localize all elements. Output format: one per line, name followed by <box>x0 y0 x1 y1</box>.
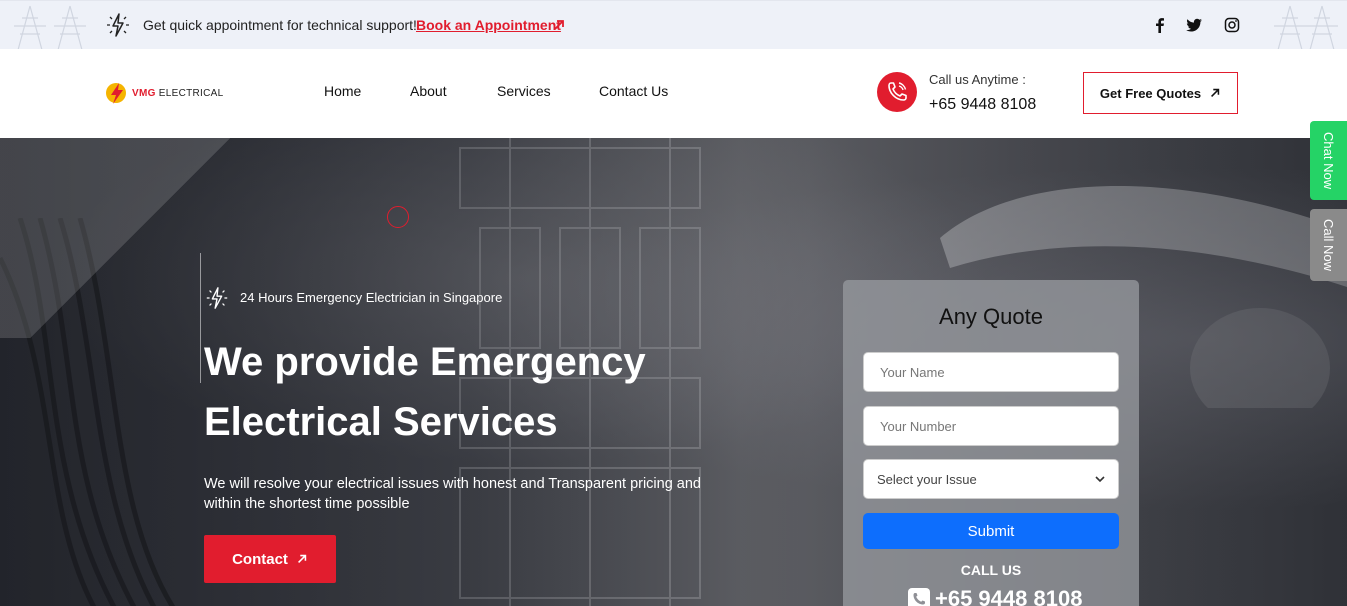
issue-select-value: Select your Issue <box>877 471 977 487</box>
chevron-down-icon <box>1095 476 1105 483</box>
contact-button-label: Contact <box>232 550 288 568</box>
issue-select[interactable]: Select your Issue <box>863 459 1119 499</box>
power-pylon-icon <box>54 5 86 50</box>
hero-heading-line1: We provide Emergency <box>204 340 646 384</box>
vmg-logo-icon[interactable] <box>104 81 130 105</box>
call-anytime-label: Call us Anytime : <box>929 72 1026 87</box>
chat-now-label: Chat Now <box>1321 131 1336 190</box>
quote-form-title: Any Quote <box>939 304 1043 329</box>
phone-icon[interactable] <box>877 72 917 112</box>
hero-description: We will resolve your electrical issues w… <box>204 476 702 512</box>
facebook-icon[interactable] <box>1151 16 1169 34</box>
lightning-bolt-icon <box>206 287 228 309</box>
call-now-tab[interactable]: Call Now <box>1310 209 1347 281</box>
quote-phone-number[interactable]: +65 9448 8108 <box>907 586 1082 606</box>
name-input[interactable] <box>863 352 1119 392</box>
quote-phone-number-text: +65 9448 8108 <box>935 586 1083 606</box>
nav-home[interactable]: Home <box>324 83 361 99</box>
call-now-label: Call Now <box>1321 218 1336 271</box>
arrow-up-right-icon <box>297 554 307 563</box>
get-free-quotes-label: Get Free Quotes <box>1099 85 1202 101</box>
nav-contact-us[interactable]: Contact Us <box>599 83 668 99</box>
number-input[interactable] <box>863 406 1119 446</box>
nav-services[interactable]: Services <box>497 83 551 99</box>
quote-form: Any Quote Select your Issue Submit CALL … <box>843 280 1139 606</box>
header-phone-number[interactable]: +65 9448 8108 <box>929 96 1036 114</box>
logo-text[interactable]: VMG ELECTRICAL <box>132 88 223 99</box>
hero-divider-line <box>200 253 201 383</box>
twitter-icon[interactable] <box>1185 16 1203 34</box>
submit-button[interactable]: Submit <box>863 513 1119 549</box>
phone-square-icon <box>908 588 930 606</box>
hero-tagline: 24 Hours Emergency Electrician in Singap… <box>240 290 503 305</box>
decorative-ring <box>387 206 409 228</box>
arrow-up-right-icon[interactable] <box>552 18 566 32</box>
hero-heading: We provide Emergency Electrical Services <box>204 332 764 452</box>
site-header: VMG ELECTRICAL Home About Services Conta… <box>0 49 1347 138</box>
book-appointment-link[interactable]: Book an Appointment <box>416 17 561 33</box>
top-bar: Get quick appointment for technical supp… <box>0 0 1347 50</box>
contact-button[interactable]: Contact <box>204 535 336 583</box>
chat-now-tab[interactable]: Chat Now <box>1310 121 1347 200</box>
lightning-bolt-icon <box>107 13 129 37</box>
get-free-quotes-button[interactable]: Get Free Quotes <box>1083 72 1238 114</box>
arrow-up-right-icon <box>1211 88 1220 97</box>
topbar-message: Get quick appointment for technical supp… <box>143 17 417 33</box>
call-us-label: CALL US <box>960 562 1022 578</box>
nav-about[interactable]: About <box>410 83 447 99</box>
hero-heading-line2: Electrical Services <box>204 400 558 444</box>
hero-section: 24 Hours Emergency Electrician in Singap… <box>0 138 1347 606</box>
power-pylon-icon <box>1306 5 1338 50</box>
instagram-icon[interactable] <box>1223 16 1241 34</box>
